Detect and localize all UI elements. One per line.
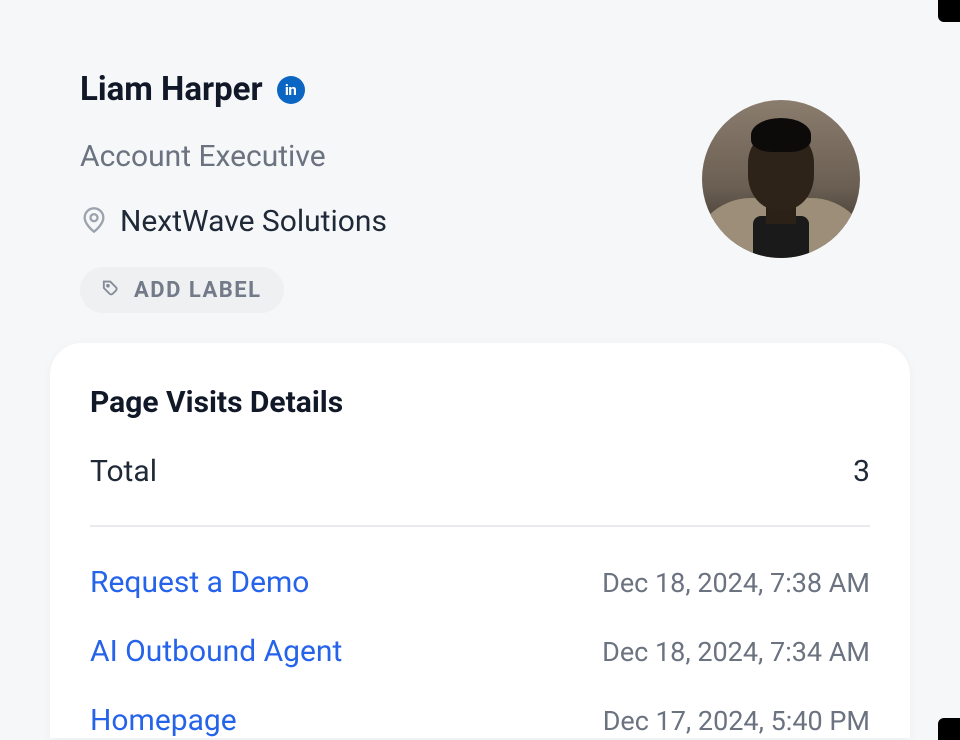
add-label-text: ADD LABEL xyxy=(134,278,262,303)
tag-icon xyxy=(102,277,124,303)
visit-page-link[interactable]: AI Outbound Agent xyxy=(90,634,342,669)
linkedin-icon[interactable]: in xyxy=(277,76,305,104)
visit-list: Request a Demo Dec 18, 2024, 7:38 AM AI … xyxy=(90,527,870,738)
visit-timestamp: Dec 17, 2024, 5:40 PM xyxy=(603,705,870,737)
visit-row: Request a Demo Dec 18, 2024, 7:38 AM xyxy=(90,565,870,600)
total-row: Total 3 xyxy=(90,454,870,527)
visit-row: Homepage Dec 17, 2024, 5:40 PM xyxy=(90,703,870,738)
location-icon xyxy=(80,206,108,238)
page-visits-heading: Page Visits Details xyxy=(90,385,870,420)
total-count: 3 xyxy=(853,454,870,489)
visit-timestamp: Dec 18, 2024, 7:38 AM xyxy=(602,567,870,599)
total-label: Total xyxy=(90,454,157,489)
visit-timestamp: Dec 18, 2024, 7:34 AM xyxy=(602,636,870,668)
visit-page-link[interactable]: Request a Demo xyxy=(90,565,309,600)
profile-header: Liam Harper in Account Executive NextWav… xyxy=(0,0,960,343)
visit-row: AI Outbound Agent Dec 18, 2024, 7:34 AM xyxy=(90,634,870,669)
visit-page-link[interactable]: Homepage xyxy=(90,703,237,738)
avatar[interactable] xyxy=(702,100,860,258)
page-visits-card: Page Visits Details Total 3 Request a De… xyxy=(50,343,910,738)
add-label-button[interactable]: ADD LABEL xyxy=(80,267,284,313)
company-name: NextWave Solutions xyxy=(120,204,387,239)
window-corner-bottom-right xyxy=(938,718,960,740)
contact-name: Liam Harper xyxy=(80,70,263,109)
